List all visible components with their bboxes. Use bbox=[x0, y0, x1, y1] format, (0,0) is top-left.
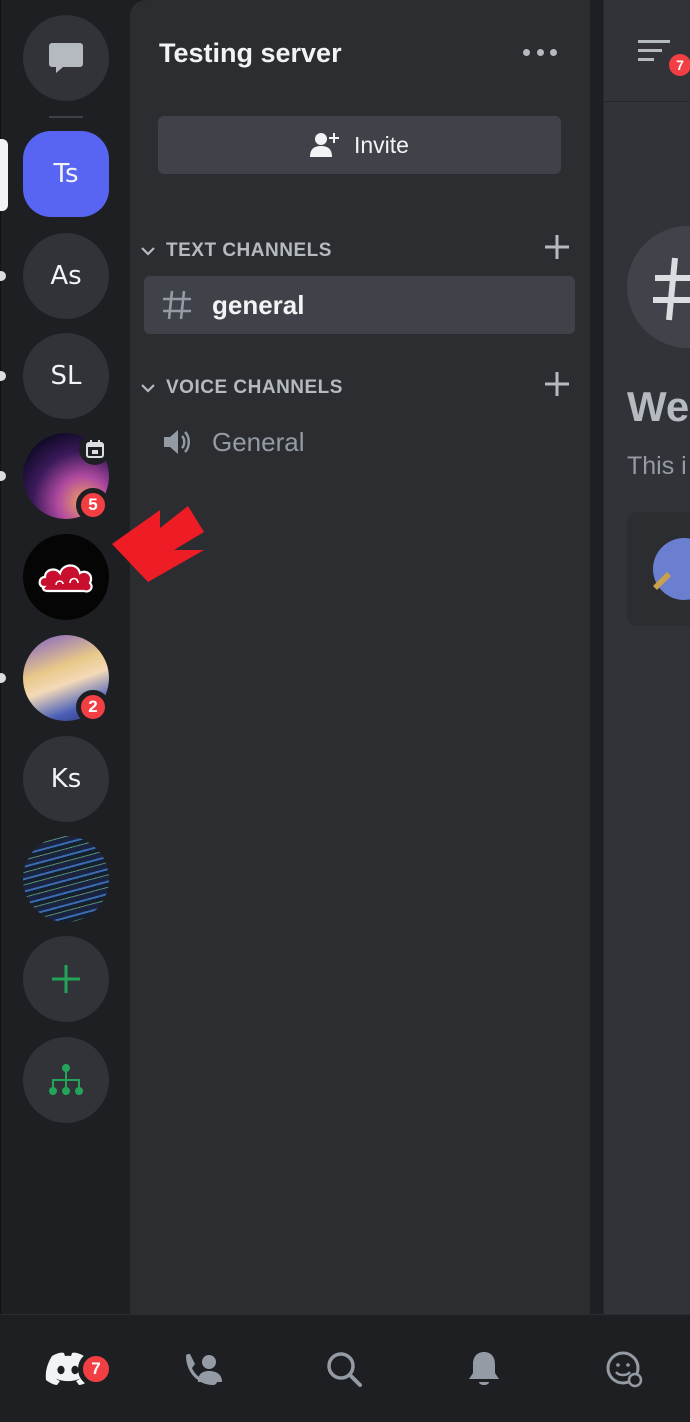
add-channel-icon[interactable] bbox=[544, 234, 570, 260]
sparkle-icon bbox=[653, 572, 671, 590]
channel-name: general bbox=[212, 289, 305, 320]
chat-bubble-icon bbox=[49, 43, 83, 73]
server-code-avatar[interactable] bbox=[23, 836, 109, 922]
profile-tab[interactable] bbox=[594, 1339, 654, 1399]
home-badge: 7 bbox=[78, 1351, 114, 1387]
search-icon bbox=[327, 1352, 362, 1387]
unread-indicator bbox=[0, 673, 6, 683]
add-user-icon bbox=[310, 133, 339, 157]
bell-icon bbox=[469, 1352, 499, 1385]
discover-servers-button[interactable] bbox=[23, 1037, 109, 1123]
add-channel-icon[interactable] bbox=[544, 371, 570, 397]
dot-icon bbox=[550, 48, 557, 56]
dot-icon bbox=[523, 48, 530, 56]
event-badge bbox=[79, 433, 111, 465]
chat-header: 7 bbox=[604, 0, 690, 102]
server-as-label: As bbox=[50, 261, 82, 291]
direct-messages-button[interactable] bbox=[23, 15, 109, 101]
channel-general-text[interactable]: general bbox=[144, 276, 575, 334]
speaker-icon bbox=[164, 430, 190, 454]
active-server-indicator bbox=[0, 139, 8, 211]
annotation-arrow-icon bbox=[112, 506, 204, 582]
rail-separator bbox=[49, 116, 83, 118]
mention-badge: 2 bbox=[76, 690, 110, 724]
hub-icon bbox=[49, 1064, 83, 1095]
add-server-button[interactable] bbox=[23, 936, 109, 1022]
server-sl[interactable]: SL bbox=[23, 333, 109, 419]
server-ks-label: Ks bbox=[50, 764, 82, 794]
unread-indicator bbox=[0, 271, 6, 281]
akatsuki-cloud-icon bbox=[38, 564, 93, 593]
calendar-icon bbox=[86, 440, 104, 458]
notification-badge: 7 bbox=[666, 51, 690, 79]
more-options-button[interactable] bbox=[523, 40, 557, 64]
notifications-tab[interactable] bbox=[454, 1339, 514, 1399]
category-voice-channels[interactable]: VOICE CHANNELS bbox=[138, 371, 578, 403]
category-text-channels[interactable]: TEXT CHANNELS bbox=[138, 234, 578, 266]
server-rail: Ts As SL 5 2 Ks bbox=[0, 0, 130, 1314]
channel-welcome-icon bbox=[627, 226, 690, 348]
unread-indicator bbox=[0, 471, 6, 481]
mention-badge: 5 bbox=[76, 488, 110, 522]
chevron-down-icon bbox=[141, 247, 155, 256]
invite-button[interactable]: Invite bbox=[158, 116, 561, 174]
dot-icon bbox=[536, 48, 544, 56]
server-ks[interactable]: Ks bbox=[23, 736, 109, 822]
plus-icon bbox=[52, 965, 80, 993]
channel-name: General bbox=[212, 426, 305, 457]
hashtag-icon bbox=[653, 257, 690, 321]
hashtag-icon bbox=[163, 290, 191, 320]
server-name[interactable]: Testing server bbox=[159, 38, 342, 69]
channel-general-voice[interactable]: General bbox=[144, 413, 575, 471]
bottom-navigation: 7 bbox=[0, 1314, 690, 1422]
search-tab[interactable] bbox=[314, 1339, 374, 1399]
unread-indicator bbox=[0, 371, 6, 381]
server-sl-label: SL bbox=[50, 361, 82, 391]
friends-tab[interactable] bbox=[174, 1339, 234, 1399]
chevron-down-icon bbox=[141, 384, 155, 393]
category-label: VOICE CHANNELS bbox=[166, 377, 343, 398]
welcome-heading: We bbox=[627, 383, 690, 430]
channel-panel: Testing server Invite TEXT CHANNELS gene… bbox=[130, 0, 590, 1314]
invite-label: Invite bbox=[354, 131, 409, 158]
server-ts[interactable]: Ts bbox=[23, 131, 109, 217]
friends-icon bbox=[186, 1354, 222, 1385]
server-ts-label: Ts bbox=[53, 159, 79, 189]
discord-app: Ts As SL 5 2 Ks Testing server Invite TE… bbox=[0, 0, 690, 1422]
chat-preview-panel[interactable]: 7 We This i bbox=[603, 0, 690, 1314]
onboarding-card[interactable] bbox=[627, 512, 690, 626]
server-akatsuki[interactable] bbox=[23, 534, 109, 620]
server-as[interactable]: As bbox=[23, 233, 109, 319]
category-label: TEXT CHANNELS bbox=[166, 240, 332, 261]
profile-status-icon bbox=[606, 1351, 643, 1388]
welcome-description: This i bbox=[627, 452, 687, 480]
